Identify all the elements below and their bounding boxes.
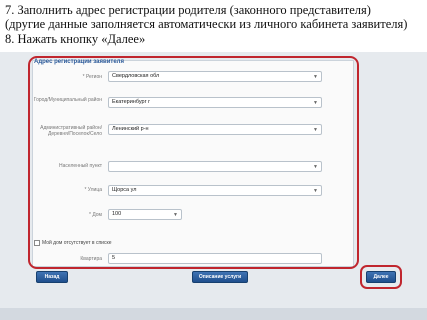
service-description-button[interactable]: Описание услуги [192, 271, 248, 283]
instruction-step-7: 7. Заполнить адрес регистрации родителя … [5, 3, 371, 17]
screen-footer [0, 308, 427, 320]
instruction-step-8: 8. Нажать кнопку «Далее» [5, 32, 146, 46]
form-highlight-frame [28, 56, 359, 269]
instruction-note: (другие данные заполняется автоматически… [5, 17, 408, 31]
next-button[interactable]: Далее [366, 271, 396, 283]
back-button[interactable]: Назад [36, 271, 68, 283]
